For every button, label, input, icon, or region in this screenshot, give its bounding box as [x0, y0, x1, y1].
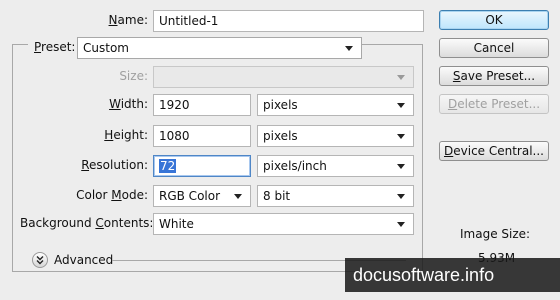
chevron-down-icon: [397, 103, 405, 108]
device-central-button[interactable]: Device Central...: [439, 141, 549, 161]
background-contents-label: Background Contents:: [20, 213, 153, 233]
color-mode-select[interactable]: RGB Color: [153, 185, 251, 207]
background-contents-value: White: [159, 217, 194, 231]
size-select: [153, 66, 414, 88]
name-label-rest: ame:: [117, 13, 148, 27]
chevron-down-icon: [397, 134, 405, 139]
background-contents-label-accel: C: [95, 216, 104, 230]
background-contents-label-rest: ontents:: [103, 216, 154, 230]
save-preset-rest: ave Preset...: [460, 69, 536, 83]
color-mode-label-accel: M: [111, 188, 122, 202]
chevron-down-icon: [397, 222, 405, 227]
name-label: Name:: [60, 10, 148, 30]
chevron-down-icon: [397, 164, 405, 169]
color-mode-value: RGB Color: [159, 189, 221, 203]
size-label: Size:: [119, 69, 148, 83]
preset-label: Preset:: [28, 37, 80, 57]
resolution-label-accel: R: [81, 158, 90, 172]
preset-label-accel: P: [34, 40, 42, 54]
chevron-down-icon: [345, 46, 353, 51]
advanced-label: Advanced: [54, 253, 114, 267]
ok-button[interactable]: OK: [439, 10, 549, 30]
device-central-accel: D: [444, 144, 454, 158]
width-unit-select[interactable]: pixels: [257, 94, 414, 116]
background-contents-select[interactable]: White: [153, 213, 414, 235]
resolution-unit-value: pixels/inch: [263, 159, 327, 173]
height-input[interactable]: 1080: [153, 125, 251, 147]
width-label: Width:: [60, 94, 148, 114]
preset-select[interactable]: Custom: [77, 37, 362, 59]
height-label-rest: eight:: [113, 128, 148, 142]
color-mode-label-rest: ode:: [121, 188, 148, 202]
bit-depth-value: 8 bit: [263, 189, 291, 203]
color-mode-label-pre: Color: [76, 188, 112, 202]
save-preset-button[interactable]: Save Preset...: [439, 66, 549, 86]
bit-depth-select[interactable]: 8 bit: [257, 185, 414, 207]
height-unit-value: pixels: [263, 129, 298, 143]
delete-preset-button: Delete Preset...: [439, 94, 549, 114]
save-preset-accel: S: [452, 69, 461, 83]
delete-preset-accel: D: [447, 97, 458, 111]
device-central-rest: evice Central...: [453, 144, 544, 158]
background-contents-label-pre: Background: [20, 216, 96, 230]
chevron-down-icon: [234, 194, 242, 199]
width-input[interactable]: 1920: [153, 94, 251, 116]
width-label-accel: W: [109, 97, 121, 111]
name-label-accel: N: [108, 13, 118, 27]
cancel-button[interactable]: Cancel: [439, 38, 549, 58]
name-input[interactable]: Untitled-1: [153, 10, 424, 32]
preset-value: Custom: [83, 41, 129, 55]
height-label-accel: H: [104, 128, 114, 142]
watermark: docusoftware.info: [345, 258, 560, 292]
delete-preset-rest: elete Preset...: [457, 97, 541, 111]
width-label-rest: idth:: [120, 97, 148, 111]
chevron-down-icon: [397, 75, 405, 80]
color-mode-label: Color Mode:: [60, 185, 148, 205]
image-size-label: Image Size:: [460, 227, 531, 241]
resolution-label: Resolution:: [60, 155, 148, 175]
resolution-label-rest: esolution:: [89, 158, 148, 172]
preset-label-rest: reset:: [41, 40, 76, 54]
chevron-down-icon: [397, 194, 405, 199]
resolution-input[interactable]: 72: [153, 155, 251, 177]
width-unit-value: pixels: [263, 98, 298, 112]
resolution-value: 72: [159, 159, 177, 173]
double-chevron-down-icon: [32, 252, 48, 268]
height-label: Height:: [60, 125, 148, 145]
height-unit-select[interactable]: pixels: [257, 125, 414, 147]
resolution-unit-select[interactable]: pixels/inch: [257, 155, 414, 177]
